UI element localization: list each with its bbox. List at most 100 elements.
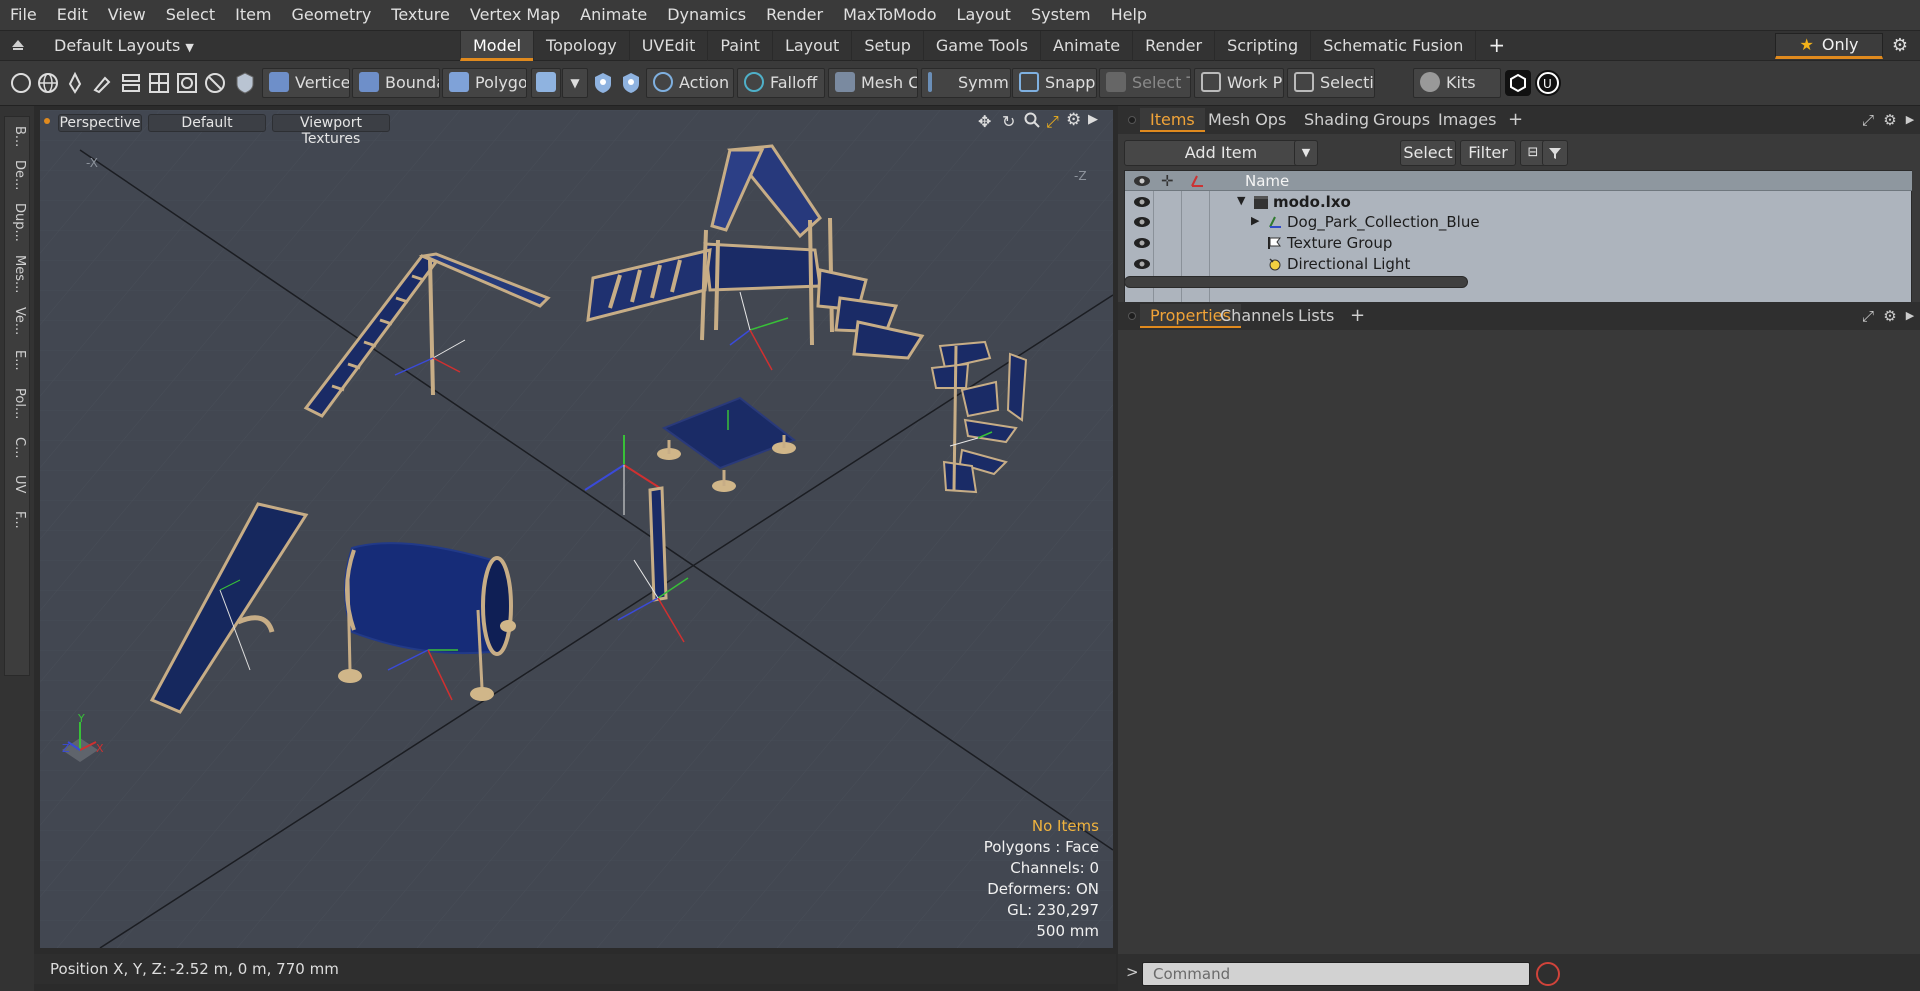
- viewport-gear-icon[interactable]: ⚙: [1066, 110, 1081, 130]
- viewport-menu-arrow-icon[interactable]: ▶: [1088, 112, 1098, 127]
- item-row-directional-light[interactable]: Directional Light: [1125, 254, 1912, 274]
- rotate-view-icon[interactable]: ↻: [1002, 112, 1015, 131]
- menu-animate[interactable]: Animate: [570, 0, 657, 30]
- maximize-icon[interactable]: ⤢: [1046, 112, 1059, 132]
- panel-gear-icon[interactable]: ⚙: [1880, 110, 1900, 130]
- tab-items[interactable]: Items: [1140, 108, 1205, 132]
- add-properties-tab-plus-icon[interactable]: +: [1340, 304, 1375, 328]
- lasso-icon[interactable]: [202, 70, 228, 96]
- menu-geometry[interactable]: Geometry: [282, 0, 382, 30]
- item-row-mesh[interactable]: ▶ Dog_Park_Collection_Blue: [1125, 212, 1912, 232]
- tab-render[interactable]: Render: [1132, 31, 1214, 61]
- funnel-icon[interactable]: [1542, 140, 1568, 166]
- menu-item[interactable]: Item: [225, 0, 281, 30]
- mesh-constraint-button[interactable]: Mesh C ...: [828, 68, 918, 98]
- selection-sets-button[interactable]: Selecti ...: [1287, 68, 1375, 98]
- add-item-dropdown[interactable]: ▼: [1294, 140, 1318, 166]
- add-tab-plus-icon[interactable]: +: [1475, 31, 1509, 61]
- menu-vertex-map[interactable]: Vertex Map: [460, 0, 570, 30]
- menu-layout[interactable]: Layout: [947, 0, 1021, 30]
- menu-select[interactable]: Select: [156, 0, 225, 30]
- left-tab-b[interactable]: B...: [5, 121, 31, 153]
- left-tab-ve[interactable]: Ve...: [5, 303, 31, 339]
- symmetry-button[interactable]: Symm ...: [921, 68, 1011, 98]
- tab-model[interactable]: Model: [460, 31, 534, 61]
- tab-paint[interactable]: Paint: [707, 31, 772, 61]
- falloff-button[interactable]: Falloff: [737, 68, 825, 98]
- add-item-button[interactable]: Add Item: [1124, 140, 1318, 166]
- shield-icon[interactable]: [232, 70, 258, 96]
- tab-schematic-fusion[interactable]: Schematic Fusion: [1310, 31, 1475, 61]
- gear-icon[interactable]: ⚙: [1886, 35, 1914, 57]
- tab-mesh-ops[interactable]: Mesh Ops: [1198, 108, 1296, 132]
- panel-gear-icon[interactable]: ⚙: [1880, 306, 1900, 326]
- select-through-button[interactable]: Select T...: [1099, 68, 1191, 98]
- left-tab-e[interactable]: E...: [5, 343, 31, 377]
- record-macro-icon[interactable]: [1536, 962, 1560, 986]
- command-input[interactable]: Command: [1142, 962, 1530, 986]
- tab-animate[interactable]: Animate: [1040, 31, 1132, 61]
- only-button[interactable]: ★ Only: [1775, 33, 1883, 59]
- items-list-scrollbar[interactable]: [1124, 276, 1468, 288]
- shading-dropdown[interactable]: Viewport Textures: [272, 114, 390, 147]
- tab-uvedit[interactable]: UVEdit: [628, 31, 708, 61]
- menu-help[interactable]: Help: [1101, 0, 1157, 30]
- material-cube-button[interactable]: [531, 68, 561, 98]
- globe-icon[interactable]: [35, 70, 61, 96]
- visibility-eye-icon[interactable]: [1133, 257, 1151, 271]
- style-dropdown[interactable]: Default: [148, 114, 266, 132]
- filter-button[interactable]: Filter: [1460, 140, 1516, 166]
- tab-lists[interactable]: Lists: [1288, 304, 1344, 328]
- pen-tool-icon[interactable]: [62, 70, 88, 96]
- snap-shield-icon[interactable]: [590, 70, 616, 96]
- select-button[interactable]: Select: [1400, 140, 1456, 166]
- panel-menu-arrow-icon[interactable]: ▶: [1900, 306, 1920, 326]
- zoom-icon[interactable]: [1024, 112, 1040, 128]
- align-icon[interactable]: [118, 70, 144, 96]
- left-tab-pol[interactable]: Pol...: [5, 381, 31, 427]
- move-view-icon[interactable]: ✥: [978, 112, 991, 131]
- vertices-button[interactable]: Vertices: [262, 68, 350, 98]
- expand-arrow-icon[interactable]: ▶: [1251, 214, 1259, 227]
- frame-icon[interactable]: [174, 70, 200, 96]
- menu-render[interactable]: Render: [756, 0, 833, 30]
- menu-edit[interactable]: Edit: [47, 0, 98, 30]
- work-plane-button[interactable]: Work Pl...: [1194, 68, 1284, 98]
- polygons-button[interactable]: Polygons: [442, 68, 527, 98]
- boundary-button[interactable]: Boundary: [352, 68, 440, 98]
- left-tab-mes[interactable]: Mes...: [5, 249, 31, 299]
- panel-menu-arrow-icon[interactable]: ▶: [1900, 110, 1920, 130]
- item-row-texture-group[interactable]: Texture Group: [1125, 233, 1912, 253]
- layout-selector[interactable]: Default Layouts ▼: [54, 36, 194, 55]
- tab-images[interactable]: Images: [1428, 108, 1506, 132]
- add-panel-tab-plus-icon[interactable]: +: [1498, 108, 1533, 132]
- menu-dynamics[interactable]: Dynamics: [657, 0, 756, 30]
- unreal-icon[interactable]: U: [1535, 70, 1561, 96]
- unity-icon[interactable]: [1505, 70, 1531, 96]
- tab-game-tools[interactable]: Game Tools: [922, 31, 1040, 61]
- kits-button[interactable]: Kits: [1413, 68, 1501, 98]
- expand-panel-icon[interactable]: ⤢: [1858, 110, 1878, 130]
- left-tab-f[interactable]: F...: [5, 503, 31, 537]
- layout-up-arrow-icon[interactable]: [10, 37, 28, 55]
- menu-view[interactable]: View: [98, 0, 156, 30]
- menu-maxtomodo[interactable]: MaxToModo: [833, 0, 946, 30]
- visibility-eye-icon[interactable]: [1133, 215, 1151, 229]
- visibility-eye-icon[interactable]: [1133, 236, 1151, 250]
- menu-file[interactable]: File: [0, 0, 47, 30]
- 3d-viewport[interactable]: -X -Z Y X Z Perspective Default Viewport…: [40, 110, 1113, 948]
- left-tab-c[interactable]: C...: [5, 431, 31, 465]
- left-tab-uv[interactable]: UV: [5, 469, 31, 499]
- expand-panel-icon[interactable]: ⤢: [1858, 306, 1878, 326]
- tab-layout[interactable]: Layout: [771, 31, 851, 61]
- left-tab-de[interactable]: De...: [5, 155, 31, 195]
- symmetry-shield-icon[interactable]: [618, 70, 644, 96]
- tab-topology[interactable]: Topology: [533, 31, 629, 61]
- expand-arrow-icon[interactable]: ▼: [1237, 194, 1245, 207]
- material-dropdown[interactable]: ▼: [562, 68, 588, 98]
- snapping-button[interactable]: Snapping: [1012, 68, 1097, 98]
- brush-icon[interactable]: [89, 70, 115, 96]
- name-column-header[interactable]: Name: [1245, 172, 1289, 190]
- item-row-scene[interactable]: ▼ modo.lxo: [1125, 192, 1912, 212]
- action-button[interactable]: Action ...: [646, 68, 734, 98]
